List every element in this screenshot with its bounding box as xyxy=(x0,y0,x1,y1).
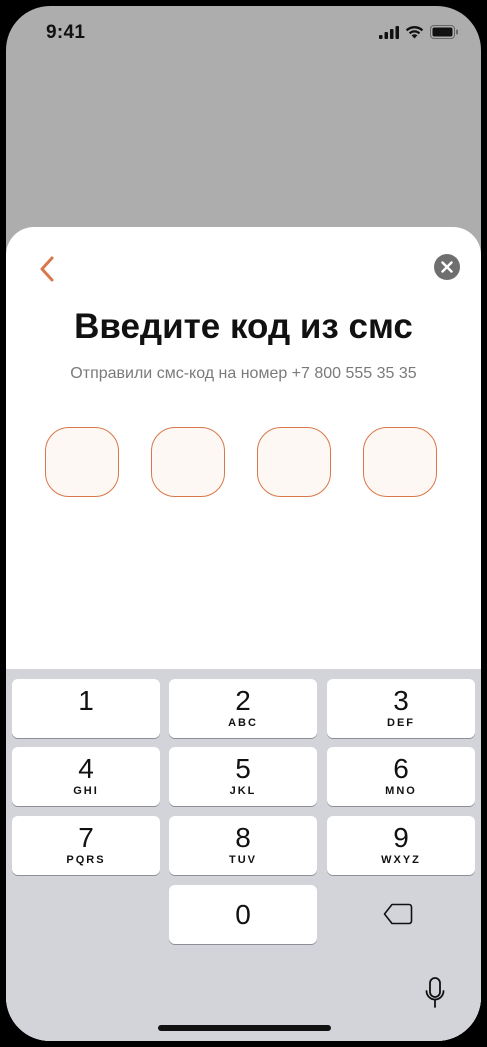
key-digit: 5 xyxy=(235,753,251,784)
numeric-keyboard: 1 2 ABC 3 DEF 4 GHI 5 JKL 6 MNO 7 PQRS 8 xyxy=(6,669,481,1041)
code-digit-input-1[interactable] xyxy=(45,427,119,497)
status-time: 9:41 xyxy=(46,22,86,43)
key-2[interactable]: 2 ABC xyxy=(169,679,317,738)
code-digit-input-3[interactable] xyxy=(257,427,331,497)
key-letters: DEF xyxy=(387,717,415,729)
key-digit: 0 xyxy=(235,898,251,930)
key-letters: JKL xyxy=(229,785,257,797)
close-circle-icon xyxy=(441,261,453,273)
status-bar: 9:41 xyxy=(6,6,481,62)
key-digit: 4 xyxy=(78,753,94,784)
key-0[interactable]: 0 xyxy=(169,885,317,944)
dictation-button[interactable] xyxy=(420,975,450,1011)
key-digit: 2 xyxy=(235,685,251,716)
key-letters: GHI xyxy=(73,785,99,797)
delete-key[interactable] xyxy=(324,884,472,943)
wifi-icon xyxy=(405,25,424,39)
key-digit: 8 xyxy=(235,822,251,853)
key-8[interactable]: 8 TUV xyxy=(169,816,317,875)
backspace-icon xyxy=(383,903,413,924)
chevron-left-icon xyxy=(40,256,54,282)
sent-to-phone-text: Отправили смс-код на номер +7 800 555 35… xyxy=(70,365,417,382)
code-digit-input-4[interactable] xyxy=(363,427,437,497)
key-digit: 7 xyxy=(78,822,94,853)
back-button[interactable] xyxy=(32,251,62,287)
key-7[interactable]: 7 PQRS xyxy=(12,816,160,875)
key-digit: 1 xyxy=(78,685,94,716)
key-9[interactable]: 9 WXYZ xyxy=(327,816,475,875)
key-digit: 9 xyxy=(393,822,409,853)
key-4[interactable]: 4 GHI xyxy=(12,747,160,806)
key-3[interactable]: 3 DEF xyxy=(327,679,475,738)
key-digit: 6 xyxy=(393,753,409,784)
key-5[interactable]: 5 JKL xyxy=(169,747,317,806)
key-letters: ABC xyxy=(228,717,258,729)
status-icons xyxy=(379,25,459,39)
microphone-icon xyxy=(425,977,445,1008)
code-input-row xyxy=(45,427,437,497)
signal-icon xyxy=(379,25,399,39)
key-letters: PQRS xyxy=(66,854,106,866)
battery-icon xyxy=(430,25,458,39)
key-6[interactable]: 6 MNO xyxy=(327,747,475,806)
close-button[interactable] xyxy=(434,254,460,280)
home-indicator[interactable] xyxy=(158,1025,331,1031)
code-digit-input-2[interactable] xyxy=(151,427,225,497)
key-1[interactable]: 1 xyxy=(12,679,160,738)
key-letters: MNO xyxy=(385,785,417,797)
key-letters: WXYZ xyxy=(381,854,421,866)
page-title: Введите код из смс xyxy=(74,307,413,346)
key-letters: TUV xyxy=(229,854,257,866)
key-digit: 3 xyxy=(393,685,409,716)
phone-screen: 9:41 Введите код из смс Отправили смс-ко… xyxy=(6,6,481,1041)
